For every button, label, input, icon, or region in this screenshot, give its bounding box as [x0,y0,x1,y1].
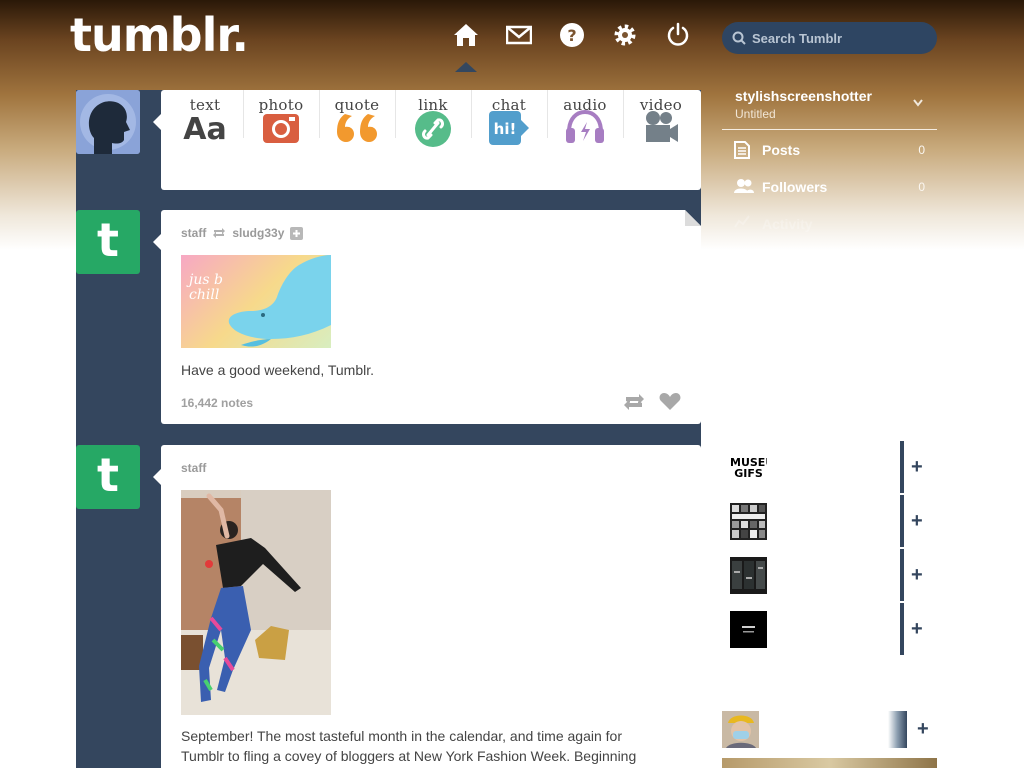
followers-link[interactable]: Followers 0 [722,167,937,203]
svg-text:Aa: Aa [183,112,226,144]
post-header: staff sludg33y [181,226,304,240]
recommended-thumb [730,503,767,540]
follow-plus-icon[interactable]: + [917,718,929,741]
follow-divider [900,549,904,601]
recommended-thumb-text: MUSEUM GIFS [730,455,767,480]
reblog-button-icon[interactable] [623,393,645,411]
follow-plus-icon[interactable]: + [911,564,923,587]
video-camera-icon [646,111,678,142]
followers-icon [734,179,754,193]
recommended-thumb: MUSEUM GIFS [730,449,767,486]
notes-count[interactable]: 16,442 notes [181,396,253,410]
recommended-thumb [730,611,767,648]
follow-plus-icon[interactable]: + [911,456,923,479]
follow-divider [900,603,904,655]
camera-icon [263,114,299,143]
search-icon [732,31,746,45]
post-type-audio[interactable]: audio [547,90,623,160]
tumblr-t-logo: t [97,213,119,267]
posts-count: 0 [918,143,925,157]
svg-text:?: ? [567,26,576,45]
post-author[interactable]: staff [181,226,206,240]
avatar-silhouette-icon [76,90,140,154]
search-placeholder: Search Tumblr [752,30,843,46]
home-icon[interactable] [453,22,479,48]
follow-divider [900,441,904,493]
gear-icon[interactable] [612,22,638,48]
svg-text:hi!: hi! [494,120,517,138]
activity-link[interactable]: Activity [722,204,937,240]
reblog-icon [213,228,226,238]
post-type-text[interactable]: text Aa [167,90,243,160]
radar-avatar[interactable] [722,711,759,748]
help-icon[interactable]: ? [559,22,585,48]
text-icon: Aa [183,112,226,144]
reblogged-from[interactable]: sludg33y [232,226,284,240]
post-type-video[interactable]: video [623,90,699,160]
post-card: staff September! The most tasteful month… [153,445,701,768]
tumblr-logo[interactable]: tumblr. [70,8,249,62]
account-switcher[interactable]: stylishscreenshotter Untitled [722,78,937,130]
post-image[interactable]: jus b chill [181,255,331,348]
like-heart-icon[interactable] [659,393,681,411]
image-caption: jus b chill [189,272,223,303]
post-type-quote[interactable]: quote [319,90,395,160]
search-input[interactable]: Search Tumblr [722,22,937,54]
recommended-blog[interactable]: + [722,549,937,601]
post-type-notch [153,114,161,130]
recommended-blog[interactable]: MUSEUM GIFS + [722,441,937,493]
post-notch [153,234,161,250]
post-body-text: Have a good weekend, Tumblr. [181,362,375,378]
post-card: staff sludg33y jus b chill Have a good w… [153,210,701,424]
follow-plus-icon[interactable]: + [911,510,923,533]
recommended-blog[interactable]: + [722,603,937,655]
mail-icon[interactable] [506,22,532,48]
post-header: staff [181,461,206,475]
posts-icon [734,141,750,159]
post-author[interactable]: staff [181,461,206,475]
post-type-selector: text Aa photo quote link chat hi! audio … [153,90,701,190]
page-fold-corner [685,210,701,226]
follow-divider [900,495,904,547]
account-subtitle: Untitled [735,107,776,121]
power-icon[interactable] [665,22,691,48]
follow-plus-icon[interactable]: + [911,618,923,641]
radar-thumb-strip [888,711,907,748]
user-avatar[interactable] [76,90,140,154]
followers-label: Followers [762,179,828,195]
post-notch [153,469,161,485]
post-body-text-line-2: Tumblr to fling a covey of bloggers at N… [181,748,637,764]
radar-post-image[interactable] [722,758,937,768]
account-name: stylishscreenshotter [735,88,872,104]
activity-label: Activity [762,216,813,232]
headphones-icon [566,110,604,143]
tumblr-t-logo: t [97,448,119,502]
posts-label: Posts [762,142,801,158]
staff-avatar[interactable]: t [76,445,140,509]
staff-avatar[interactable]: t [76,210,140,274]
link-icon [415,111,451,147]
recommended-blog[interactable]: + [722,495,937,547]
quote-icon [337,114,377,142]
post-body-text-line-1: September! The most tasteful month in th… [181,728,622,744]
chat-icon: hi! [489,111,529,145]
follow-plus-icon[interactable] [290,226,304,240]
post-image[interactable] [181,490,331,715]
posts-link[interactable]: Posts 0 [722,130,937,166]
post-type-chat[interactable]: chat hi! [471,90,547,160]
active-nav-caret [455,62,477,72]
post-type-link[interactable]: link [395,90,471,160]
activity-icon [734,215,750,228]
chevron-down-icon [913,99,923,107]
followers-count: 0 [918,180,925,194]
dancer-photo [181,490,331,715]
post-type-photo[interactable]: photo [243,90,319,160]
radar-avatar-image [722,711,759,748]
recommended-thumb [730,557,767,594]
